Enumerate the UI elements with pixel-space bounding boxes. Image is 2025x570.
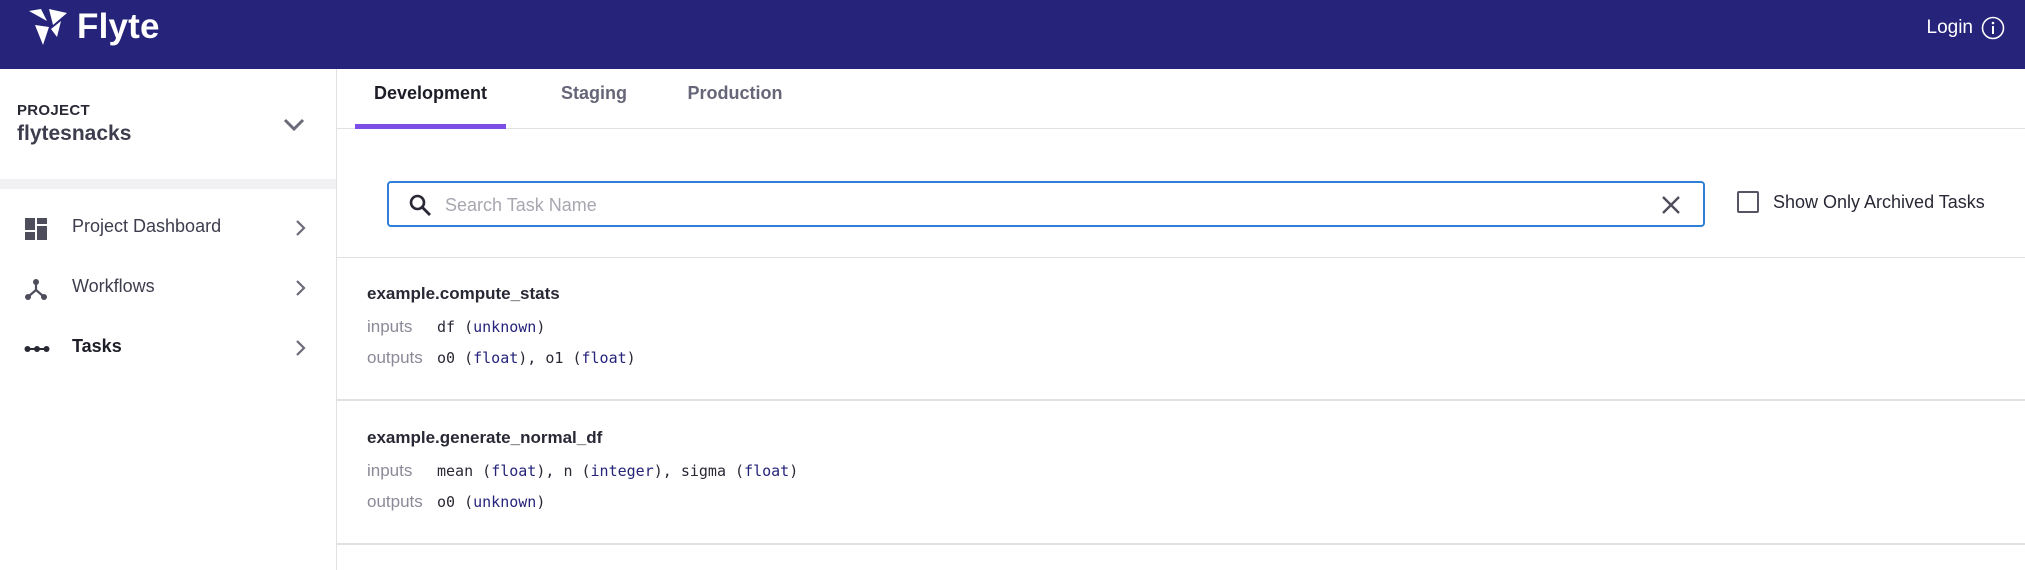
tab-development[interactable]: Development [355, 69, 506, 129]
task-inputs: inputs mean (float), n (integer), sigma … [367, 459, 798, 483]
info-icon[interactable] [1981, 16, 2005, 40]
sidebar-item-label: Workflows [72, 276, 155, 296]
inputs-label: inputs [367, 317, 413, 336]
search-input[interactable] [445, 191, 1625, 219]
project-caption: PROJECT [17, 102, 90, 119]
task-name[interactable]: example.compute_stats [367, 284, 560, 304]
login-button[interactable]: Login [1927, 16, 2006, 40]
outputs-label: outputs [367, 348, 423, 367]
workflow-icon [25, 279, 47, 300]
tab-label: Staging [561, 82, 627, 103]
flyte-logo-icon [29, 8, 67, 45]
tab-staging[interactable]: Staging [544, 69, 644, 129]
chevron-right-icon [296, 280, 306, 296]
outputs-signature: o0 (float), o1 (float) [437, 349, 636, 367]
domain-tabs: Development Staging Production [337, 69, 2025, 129]
archived-tasks-toggle[interactable]: Show Only Archived Tasks [1737, 191, 1985, 213]
brand-name: Flyte [77, 6, 160, 46]
task-outputs: outputs o0 (float), o1 (float) [367, 346, 636, 370]
sidebar-item-label: Tasks [72, 336, 122, 356]
app-header: Flyte Login [0, 0, 2025, 69]
project-selector[interactable]: PROJECT flytesnacks [0, 69, 336, 179]
sidebar-item-tasks[interactable]: Tasks [0, 320, 336, 376]
tab-production[interactable]: Production [680, 69, 790, 129]
task-name[interactable]: example.generate_normal_df [367, 428, 602, 448]
tab-label: Development [373, 82, 488, 103]
search-box [387, 181, 1705, 227]
archived-checkbox[interactable] [1737, 191, 1759, 213]
task-row[interactable]: example.compute_stats inputs df (unknown… [337, 258, 2025, 401]
task-row[interactable]: example.generate_normal_df inputs mean (… [337, 402, 2025, 545]
task-inputs: inputs df (unknown) [367, 315, 545, 339]
sidebar-divider [0, 179, 336, 189]
chevron-down-icon[interactable] [282, 113, 306, 137]
outputs-label: outputs [367, 492, 423, 511]
sidebar-item-workflows[interactable]: Workflows [0, 260, 336, 316]
search-icon [409, 194, 431, 216]
inputs-signature: mean (float), n (integer), sigma (float) [437, 462, 799, 480]
outputs-signature: o0 (unknown) [437, 493, 546, 511]
archived-checkbox-label: Show Only Archived Tasks [1773, 191, 1985, 212]
project-name: flytesnacks [17, 122, 132, 145]
tasks-icon [24, 346, 50, 352]
sidebar-item-project-dashboard[interactable]: Project Dashboard [0, 200, 336, 256]
brand-logo[interactable]: Flyte [27, 7, 160, 47]
chevron-right-icon [296, 340, 306, 356]
main-content: Development Staging Production Show Only… [337, 69, 2025, 570]
sidebar-item-label: Project Dashboard [72, 216, 222, 236]
inputs-label: inputs [367, 461, 413, 480]
task-outputs: outputs o0 (unknown) [367, 490, 545, 514]
tab-label: Production [687, 82, 783, 103]
inputs-signature: df (unknown) [437, 318, 546, 336]
close-icon[interactable] [1660, 194, 1682, 216]
sidebar: PROJECT flytesnacks Project Dashboard Wo… [0, 69, 337, 570]
login-label: Login [1926, 16, 1974, 38]
dashboard-icon [25, 218, 47, 240]
active-tab-indicator [355, 124, 506, 129]
chevron-right-icon [296, 220, 306, 236]
